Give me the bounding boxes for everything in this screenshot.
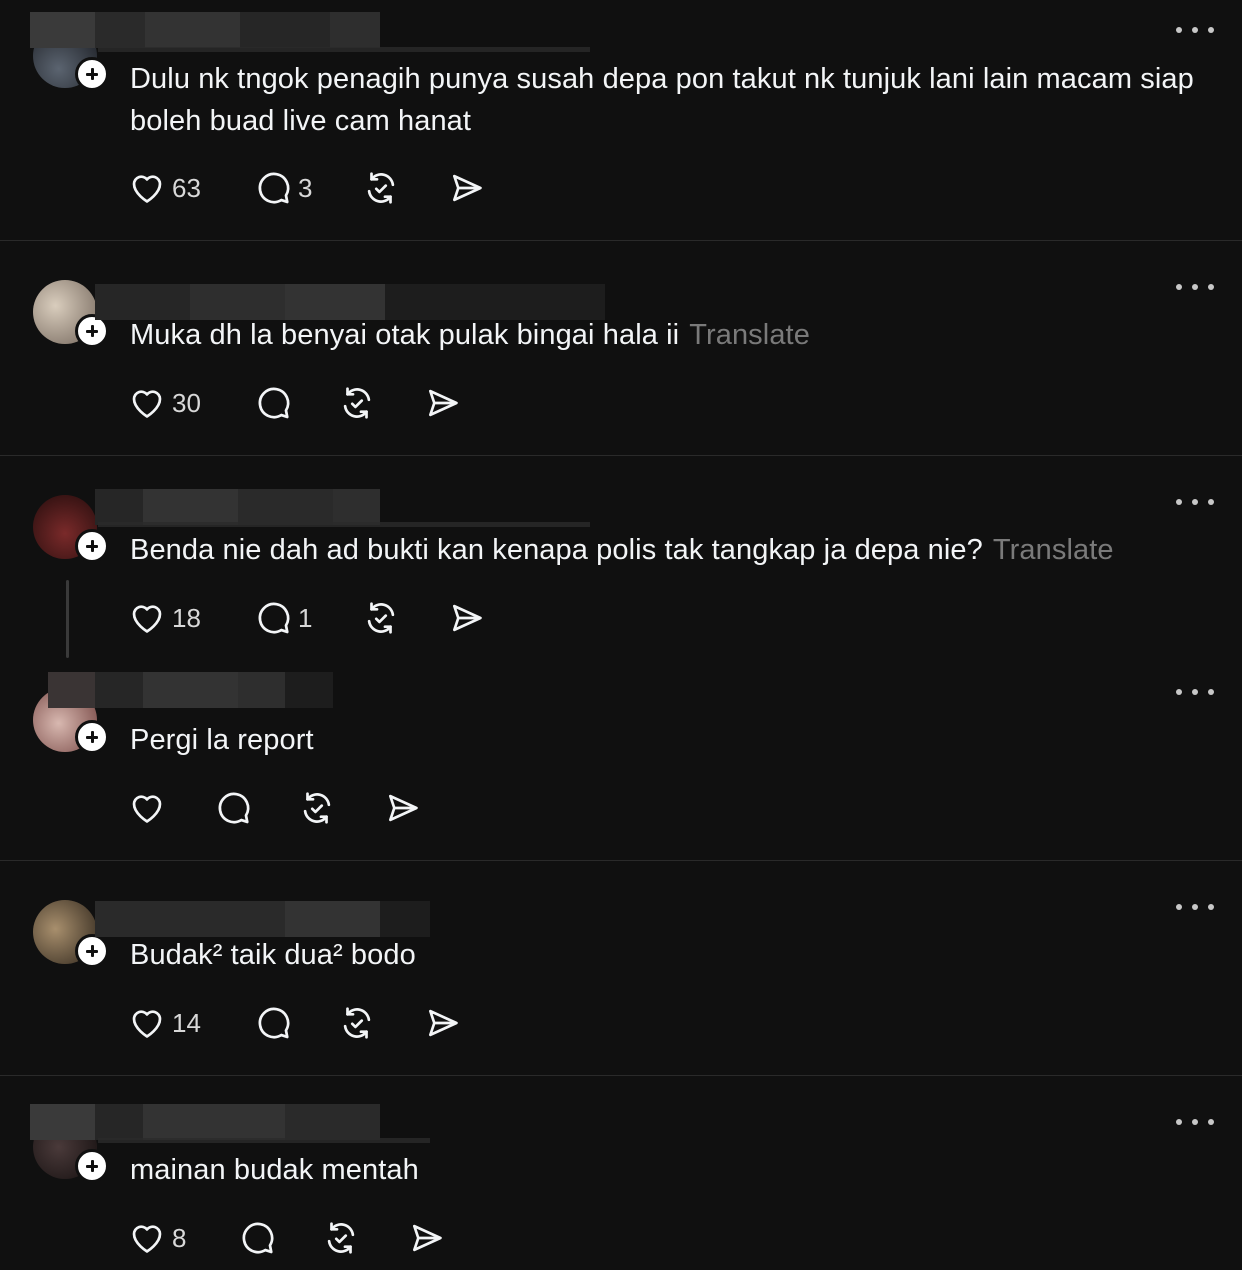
comment-icon	[218, 792, 250, 824]
reply-count: 1	[298, 602, 313, 633]
send-icon	[428, 389, 458, 417]
comment-text: Dulu nk tngok penagih punya susah depa p…	[130, 63, 1194, 137]
repost-button[interactable]	[298, 788, 336, 828]
action-bar: 18 1	[128, 598, 528, 638]
comment-icon	[258, 387, 290, 419]
reply-count: 3	[298, 172, 313, 203]
repost-icon	[303, 792, 331, 824]
action-bar: 63 3	[128, 168, 528, 208]
like-count: 8	[172, 1222, 187, 1253]
repost-icon	[343, 387, 371, 419]
username-blurred[interactable]	[95, 489, 380, 525]
username-blurred[interactable]	[30, 12, 380, 48]
comment-4: Pergi la report	[0, 656, 1242, 860]
follow-plus-icon[interactable]	[75, 934, 109, 968]
like-count: 14	[172, 1007, 201, 1038]
reply-button[interactable]	[254, 1003, 292, 1043]
comment-text: Pergi la report	[130, 724, 314, 756]
more-icon[interactable]	[1176, 902, 1214, 912]
action-bar: 8	[128, 1218, 528, 1258]
username-blurred[interactable]	[48, 672, 333, 708]
translate-link[interactable]: Translate	[689, 319, 810, 351]
send-icon	[388, 794, 418, 822]
reply-button[interactable]	[238, 1218, 276, 1258]
action-bar: 14	[128, 1003, 528, 1043]
repost-button[interactable]	[338, 383, 376, 423]
repost-button[interactable]	[362, 168, 400, 208]
heart-icon	[132, 605, 162, 633]
like-button[interactable]	[128, 788, 166, 828]
more-icon[interactable]	[1176, 687, 1214, 697]
action-bar: 30	[128, 383, 528, 423]
comment-5: Budak² taik dua² bodo 14	[0, 861, 1242, 1075]
like-button[interactable]: 18	[128, 598, 201, 638]
action-bar	[128, 788, 528, 828]
like-count: 30	[172, 387, 201, 418]
repost-icon	[343, 1007, 371, 1039]
comment-icon	[258, 172, 290, 204]
send-icon	[452, 174, 482, 202]
like-count: 63	[172, 172, 201, 203]
send-icon	[452, 604, 482, 632]
like-button[interactable]: 8	[128, 1218, 186, 1258]
like-button[interactable]: 63	[128, 168, 201, 208]
share-button[interactable]	[408, 1218, 446, 1258]
share-button[interactable]	[424, 1003, 462, 1043]
like-button[interactable]: 14	[128, 1003, 201, 1043]
heart-icon	[132, 1225, 162, 1253]
comment-text: mainan budak mentah	[130, 1154, 419, 1186]
reply-button[interactable]: 3	[254, 168, 312, 208]
share-button[interactable]	[384, 788, 422, 828]
heart-icon	[132, 175, 162, 203]
repost-button[interactable]	[362, 598, 400, 638]
username-blur-bar	[98, 47, 590, 52]
more-icon[interactable]	[1176, 497, 1214, 507]
send-icon	[428, 1009, 458, 1037]
heart-icon	[132, 795, 162, 823]
follow-plus-icon[interactable]	[75, 1149, 109, 1183]
username-blurred[interactable]	[30, 1104, 380, 1140]
share-button[interactable]	[424, 383, 462, 423]
comment-1: Dulu nk tngok penagih punya susah depa p…	[0, 0, 1242, 241]
reply-button[interactable]	[254, 383, 292, 423]
like-button[interactable]: 30	[128, 383, 201, 423]
comment-6: mainan budak mentah 8	[0, 1076, 1242, 1270]
heart-icon	[132, 390, 162, 418]
comment-text: Benda nie dah ad bukti kan kenapa polis …	[130, 534, 1114, 566]
repost-button[interactable]	[338, 1003, 376, 1043]
follow-plus-icon[interactable]	[75, 720, 109, 754]
repost-icon	[327, 1222, 355, 1254]
follow-plus-icon[interactable]	[75, 529, 109, 563]
comment-icon	[258, 1007, 290, 1039]
translate-link[interactable]: Translate	[993, 534, 1114, 566]
comment-icon	[242, 1222, 274, 1254]
more-icon[interactable]	[1176, 1117, 1214, 1127]
repost-button[interactable]	[322, 1218, 360, 1258]
comment-icon	[258, 602, 290, 634]
more-icon[interactable]	[1176, 282, 1214, 292]
comment-2: Muka dh la benyai otak pulak bingai hala…	[0, 241, 1242, 455]
username-blurred[interactable]	[95, 901, 430, 937]
comment-text: Muka dh la benyai otak pulak bingai hala…	[130, 319, 810, 351]
repost-icon	[367, 602, 395, 634]
like-count: 18	[172, 602, 201, 633]
send-icon	[412, 1224, 442, 1252]
share-button[interactable]	[448, 168, 486, 208]
username-blur-bar	[98, 1138, 430, 1143]
more-icon[interactable]	[1176, 25, 1214, 35]
reply-button[interactable]	[214, 788, 252, 828]
reply-button[interactable]: 1	[254, 598, 312, 638]
repost-icon	[367, 172, 395, 204]
username-blur-bar	[98, 522, 590, 527]
share-button[interactable]	[448, 598, 486, 638]
thread-line	[66, 580, 69, 658]
comment-text: Budak² taik dua² bodo	[130, 939, 416, 971]
heart-icon	[132, 1010, 162, 1038]
follow-plus-icon[interactable]	[75, 57, 109, 91]
comment-3: Benda nie dah ad bukti kan kenapa polis …	[0, 456, 1242, 658]
